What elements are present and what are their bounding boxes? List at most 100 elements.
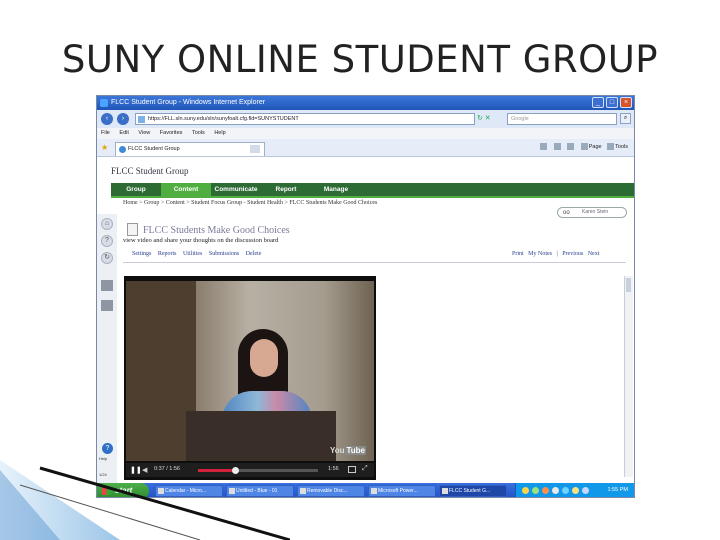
address-row: ‹ › https://FLL.sln.suny.edu/sln/sunyfoa…: [97, 110, 634, 128]
document-icon: [127, 223, 138, 236]
link-separator: |: [556, 251, 558, 257]
app-icon: [300, 488, 306, 494]
yt-you: You: [329, 446, 345, 455]
chat-rail-icon[interactable]: [101, 280, 113, 291]
nav-content[interactable]: Content: [161, 183, 211, 196]
tab-label: FLCC Student Group: [128, 146, 180, 152]
forward-button[interactable]: ›: [117, 113, 129, 125]
menu-help[interactable]: Help: [214, 130, 225, 136]
tray-icon[interactable]: [552, 487, 559, 494]
taskbar-item-removable-disc[interactable]: Removable Disc...: [297, 485, 365, 497]
window-title: FLCC Student Group - Windows Internet Ex…: [111, 99, 266, 106]
next-link[interactable]: Next: [588, 251, 600, 257]
taskbar-item-label: Microsoft Power...: [378, 488, 418, 494]
info-rail-icon[interactable]: ?: [101, 235, 113, 247]
expand-icon[interactable]: ⤢: [362, 465, 368, 473]
divider: [123, 262, 626, 263]
tray-icon[interactable]: [542, 487, 549, 494]
lms-site-title: FLCC Student Group: [111, 166, 189, 176]
scrollbar-thumb[interactable]: [626, 278, 631, 292]
window-titlebar: FLCC Student Group - Windows Internet Ex…: [97, 96, 634, 110]
nav-report[interactable]: Report: [261, 183, 311, 196]
home-rail-icon[interactable]: ⌂: [101, 218, 113, 230]
glasses-icon: oo: [563, 210, 570, 216]
ie-tab-icon: [119, 146, 126, 153]
window-controls: _ □ ×: [592, 97, 632, 108]
page-heading: FLCC Students Make Good Choices: [143, 225, 290, 236]
user-name: Karen Stein: [582, 209, 609, 215]
home-icon[interactable]: [540, 143, 548, 150]
clock: 1:55 PM: [607, 487, 628, 493]
command-bar: Page Tools: [536, 143, 628, 150]
print-link[interactable]: Print: [512, 251, 524, 257]
tools-menu-icon: [607, 143, 615, 150]
close-window-button[interactable]: ×: [620, 97, 632, 108]
favorites-star-icon[interactable]: ★: [101, 143, 108, 152]
tools-menu[interactable]: Tools: [615, 144, 628, 150]
new-tab-button[interactable]: [250, 145, 260, 153]
taskbar-item-powerpoint[interactable]: Microsoft Power...: [368, 485, 436, 497]
ie-icon: [100, 99, 108, 107]
menu-bar: File Edit View Favorites Tools Help: [97, 128, 634, 139]
taskbar-item-flcc[interactable]: FLCC Student G...: [439, 485, 507, 497]
tray-icon[interactable]: [582, 487, 589, 494]
utilities-link[interactable]: Utilities: [183, 251, 202, 257]
previous-link[interactable]: Previous: [562, 251, 583, 257]
page-top-spacer: [97, 157, 634, 163]
menu-edit[interactable]: Edit: [119, 130, 128, 136]
lms-nav-bar: Group Content Communicate Report Manage: [111, 183, 369, 196]
nav-manage[interactable]: Manage: [311, 183, 361, 196]
tray-icon[interactable]: [562, 487, 569, 494]
page-icon: [138, 116, 145, 123]
maximize-button[interactable]: □: [606, 97, 618, 108]
address-bar[interactable]: https://FLL.sln.suny.edu/sln/sunyfoalt.c…: [135, 113, 475, 125]
page-menu-icon: [580, 143, 588, 150]
delete-link[interactable]: Delete: [246, 251, 262, 257]
feeds-icon[interactable]: [553, 143, 561, 150]
yt-tube: Tube: [345, 446, 366, 455]
address-text: https://FLL.sln.suny.edu/sln/sunyfoalt.c…: [148, 116, 299, 122]
refresh-stop-icons[interactable]: ↻ ✕: [477, 114, 491, 122]
user-pill[interactable]: oo Karen Stein: [557, 207, 627, 218]
submissions-link[interactable]: Submissions: [209, 251, 239, 257]
system-tray: 1:55 PM: [515, 483, 634, 497]
minimize-button[interactable]: _: [592, 97, 604, 108]
search-input[interactable]: Google: [507, 113, 617, 125]
nav-communicate[interactable]: Communicate: [211, 183, 261, 196]
fullscreen-icon[interactable]: [348, 466, 356, 473]
nav-underline: [111, 196, 634, 198]
tray-icon[interactable]: [532, 487, 539, 494]
settings-link[interactable]: Settings: [132, 251, 151, 257]
back-button[interactable]: ‹: [101, 113, 113, 125]
tab-flcc-student-group[interactable]: FLCC Student Group: [115, 142, 265, 156]
app-icon: [442, 488, 448, 494]
menu-favorites[interactable]: Favorites: [160, 130, 183, 136]
page-scrollbar[interactable]: [624, 276, 633, 477]
message-rail-icon[interactable]: [101, 300, 113, 311]
subject-face: [250, 339, 278, 377]
video-frame[interactable]: You Tube: [126, 281, 374, 461]
reports-link[interactable]: Reports: [158, 251, 177, 257]
tray-icon[interactable]: [572, 487, 579, 494]
decorative-swoosh: [0, 460, 290, 540]
app-icon: [371, 488, 377, 494]
slide-title: SUNY ONLINE STUDENT GROUP: [61, 38, 659, 81]
taskbar-item-label: Removable Disc...: [307, 488, 348, 494]
youtube-watermark: You Tube: [330, 446, 366, 455]
tab-row: ★ FLCC Student Group Page Tools: [97, 139, 634, 157]
action-links: Settings Reports Utilities Submissions D…: [132, 251, 266, 257]
browser-screenshot: FLCC Student Group - Windows Internet Ex…: [96, 95, 635, 498]
duration-display: 1:56: [328, 466, 339, 472]
my-notes-link[interactable]: My Notes: [528, 251, 552, 257]
nav-group[interactable]: Group: [111, 183, 161, 196]
print-icon[interactable]: [567, 143, 575, 150]
menu-tools[interactable]: Tools: [192, 130, 205, 136]
lms-nav-bar-extension: [369, 183, 634, 196]
menu-view[interactable]: View: [138, 130, 150, 136]
search-button[interactable]: ⌕: [620, 113, 631, 124]
breadcrumb: Home > Group > Content > Student Focus G…: [123, 200, 378, 206]
tray-icon[interactable]: [522, 487, 529, 494]
refresh-rail-icon[interactable]: ↻: [101, 252, 113, 264]
menu-file[interactable]: File: [101, 130, 110, 136]
page-menu[interactable]: Page: [589, 144, 602, 150]
